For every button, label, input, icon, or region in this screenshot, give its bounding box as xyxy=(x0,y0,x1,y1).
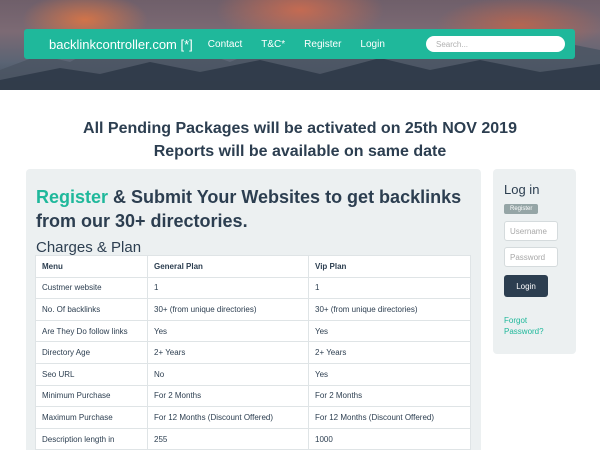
table-row: Maximum Purchase For 12 Months (Discount… xyxy=(35,406,471,429)
table-cell: 1 xyxy=(147,276,309,300)
table-cell: For 12 Months (Discount Offered) xyxy=(147,406,309,429)
table-cell: For 12 Months (Discount Offered) xyxy=(308,406,471,429)
login-title: Log in xyxy=(504,182,540,197)
table-cell: 2+ Years xyxy=(147,341,309,364)
table-row: Minimum Purchase For 2 Months For 2 Mont… xyxy=(35,384,471,408)
login-button[interactable]: Login xyxy=(504,275,548,297)
brand-link[interactable]: backlinkcontroller.com [*] xyxy=(49,37,193,52)
login-panel: Log in Register Login Forgot Password? xyxy=(493,169,576,354)
username-field[interactable] xyxy=(504,221,558,241)
charges-plan-heading: Charges & Plan xyxy=(36,239,142,256)
table-cell: No xyxy=(147,362,309,386)
table-cell: Yes xyxy=(308,319,471,343)
table-cell: Yes xyxy=(308,362,471,386)
search-input[interactable] xyxy=(426,36,565,52)
table-cell: 255 xyxy=(147,427,309,450)
table-cell: Maximum Purchase xyxy=(35,406,148,429)
table-cell: 2+ Years xyxy=(308,341,471,364)
announcement-line-1: All Pending Packages will be activated o… xyxy=(83,120,517,137)
table-cell: Minimum Purchase xyxy=(35,384,148,408)
plans-table: Menu General Plan Vip Plan Custmer websi… xyxy=(35,255,471,450)
table-cell: 1 xyxy=(308,276,471,300)
table-cell: Directory Age xyxy=(35,341,148,364)
nav-link-terms[interactable]: T&C* xyxy=(261,39,285,50)
table-header-row: Menu General Plan Vip Plan xyxy=(35,255,471,278)
password-field[interactable] xyxy=(504,247,558,267)
table-cell: Custmer website xyxy=(35,276,148,300)
register-badge-button[interactable]: Register xyxy=(504,204,539,214)
table-cell: Description length in xyxy=(35,427,148,450)
announcement-line-2: Reports will be available on same date xyxy=(153,143,447,160)
table-cell: For 2 Months xyxy=(308,384,471,408)
announcement: All Pending Packages will be activated o… xyxy=(0,117,600,163)
register-link[interactable]: Register xyxy=(36,187,108,207)
table-cell: Yes xyxy=(147,319,309,343)
table-row: Seo URL No Yes xyxy=(35,362,471,386)
table-cell: 1000 xyxy=(308,427,471,450)
table-cell: No. Of backlinks xyxy=(35,298,148,321)
table-cell: For 2 Months xyxy=(147,384,309,408)
table-row: Description length in 255 1000 xyxy=(35,427,471,450)
table-cell: 30+ (from unique directories) xyxy=(308,298,471,321)
forgot-password-link[interactable]: Forgot Password? xyxy=(504,315,565,337)
table-row: Are They Do follow links Yes Yes xyxy=(35,319,471,343)
table-row: Directory Age 2+ Years 2+ Years xyxy=(35,341,471,364)
register-headline: Register & Submit Your Websites to get b… xyxy=(36,185,471,233)
column-header-vip-plan: Vip Plan xyxy=(308,255,471,278)
table-row: Custmer website 1 1 xyxy=(35,276,471,300)
nav-link-register[interactable]: Register xyxy=(304,39,341,50)
column-header-general-plan: General Plan xyxy=(147,255,309,278)
column-header-menu: Menu xyxy=(35,255,148,278)
table-cell: Are They Do follow links xyxy=(35,319,148,343)
table-row: No. Of backlinks 30+ (from unique direct… xyxy=(35,298,471,321)
table-cell: Seo URL xyxy=(35,362,148,386)
nav-link-login[interactable]: Login xyxy=(360,39,384,50)
nav-link-contact[interactable]: Contact xyxy=(208,39,242,50)
top-navbar: backlinkcontroller.com [*] Contact T&C* … xyxy=(24,29,575,59)
table-cell: 30+ (from unique directories) xyxy=(147,298,309,321)
plans-panel: Register & Submit Your Websites to get b… xyxy=(26,169,481,450)
